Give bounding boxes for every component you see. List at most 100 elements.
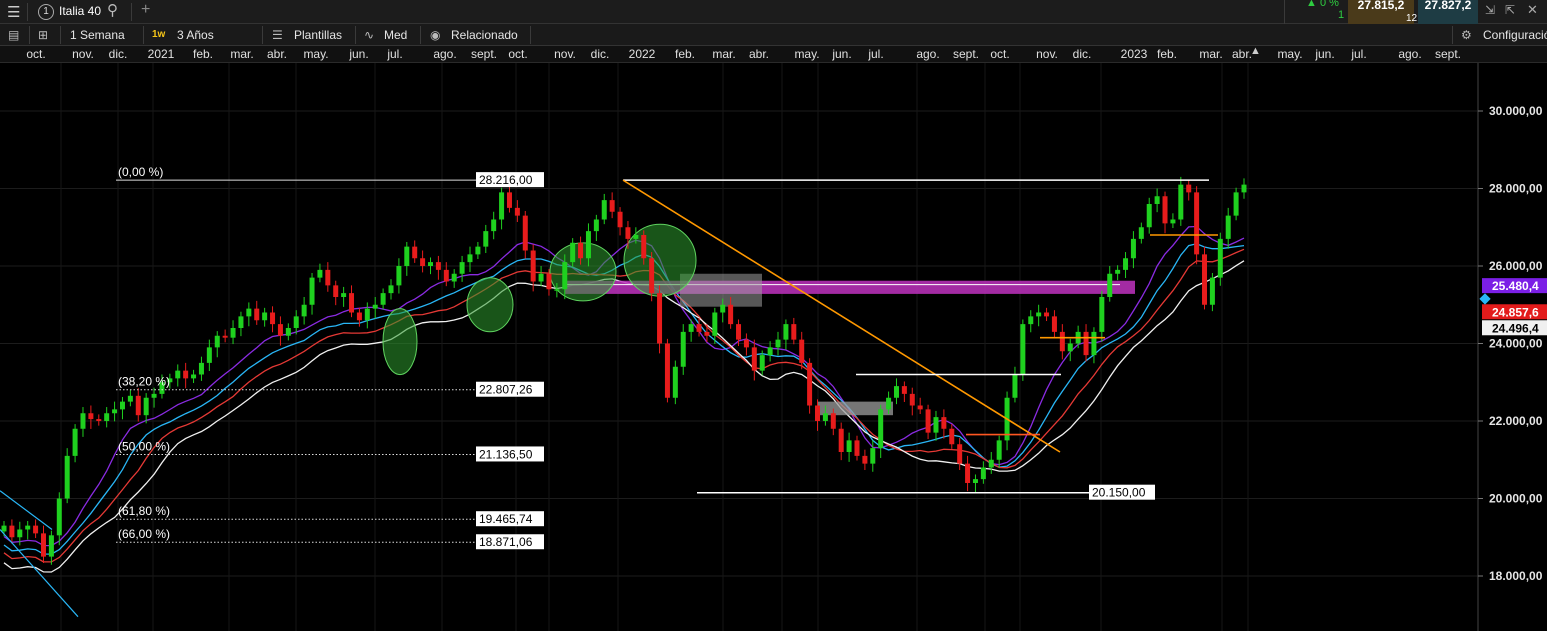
candle-body (664, 343, 670, 398)
gear-icon[interactable]: ⚙ (1461, 24, 1472, 46)
tick-label: 26.000,00 (1489, 259, 1543, 273)
templates-button[interactable]: Plantillas (294, 24, 342, 46)
candle-body (514, 207, 520, 216)
candle-body (64, 455, 70, 499)
candle-body (40, 533, 46, 557)
moving-averages (3, 225, 1245, 573)
candle-body (349, 293, 355, 313)
settings-button[interactable]: Configuración (1483, 24, 1547, 46)
bid-price: 27.815,2 (1357, 0, 1405, 12)
fib-percent: (0,00 %) (118, 165, 163, 179)
collapse-icon[interactable]: ⇲ (1485, 3, 1495, 17)
templates-icon: ☰ (272, 28, 283, 42)
candle-body (443, 269, 449, 282)
month-label: feb. (1156, 47, 1178, 61)
candle-body (767, 347, 773, 356)
divider (262, 26, 263, 44)
candle-body (270, 312, 276, 325)
layout-grid-icon[interactable]: ⊞ (38, 24, 48, 46)
candle-body (135, 395, 141, 416)
candle-body (1123, 258, 1129, 270)
close-icon[interactable]: ✕ (1527, 2, 1538, 18)
candle-body (965, 463, 971, 483)
instrument-name[interactable]: Italia 40 (59, 4, 101, 18)
candle-body (9, 525, 15, 538)
candle-body (301, 304, 307, 317)
price-chart[interactable]: 20.150,00 (0,00 %) 28.216,00 (38,20 %) 22.8… (0, 63, 1547, 631)
divider (420, 26, 421, 44)
month-label: jul. (387, 47, 403, 61)
divider (27, 3, 28, 21)
candle-body (238, 316, 244, 328)
candle-body (696, 324, 702, 332)
candle-body (427, 262, 433, 266)
candle-body (1059, 331, 1065, 352)
candle-body (1138, 227, 1144, 239)
candle-body (641, 235, 647, 259)
tick-label: 24.000,00 (1489, 337, 1543, 351)
bid-price-box[interactable]: 27.815,2 (1348, 0, 1414, 24)
candle-body (119, 401, 125, 410)
candle-body (309, 277, 315, 305)
candle-body (1020, 324, 1026, 375)
candle-body (807, 362, 813, 406)
candle-body (1202, 254, 1208, 305)
hamburger-icon[interactable]: ☰ (7, 3, 20, 21)
tick-label: 28.000,00 (1489, 182, 1543, 196)
fib-value: 19.465,74 (479, 512, 533, 526)
candle-body (893, 386, 899, 398)
candle-body (680, 331, 686, 367)
scroll-latest-icon[interactable]: ▲ (1250, 45, 1261, 57)
candle-body (672, 366, 678, 398)
month-label: sept. (470, 47, 498, 61)
month-label: may. (303, 47, 329, 61)
indicator-button[interactable]: Med (384, 24, 407, 46)
candle-body (957, 444, 963, 464)
candle-body (562, 262, 568, 290)
ask-price: 27.827,2 (1424, 0, 1472, 12)
candle-body (143, 397, 149, 416)
range-selector[interactable]: 3 Años (177, 24, 214, 46)
candle-body (1051, 316, 1057, 332)
divider (1284, 0, 1285, 24)
candle-body (1170, 219, 1176, 224)
month-label: nov. (1036, 47, 1058, 61)
interval-selector[interactable]: 1 Semana (70, 24, 125, 46)
divider (530, 26, 531, 44)
candle-body (728, 304, 734, 325)
add-tab-icon[interactable]: + (141, 1, 150, 19)
ask-price-box[interactable]: 27.827,2 (1418, 0, 1478, 24)
month-label: nov. (554, 47, 576, 61)
month-label: jun. (349, 47, 369, 61)
related-button[interactable]: Relacionado (451, 24, 518, 46)
search-icon[interactable]: ⚲ (107, 1, 118, 19)
divider (131, 3, 132, 21)
month-label: oct. (990, 47, 1010, 61)
fib-value: 18.871,06 (479, 535, 533, 549)
month-label: sept. (952, 47, 980, 61)
candle-body (775, 339, 781, 348)
month-label: ago. (916, 47, 940, 61)
month-label: ago. (433, 47, 457, 61)
candle-body (56, 498, 62, 536)
candle-body (475, 246, 481, 255)
candle-body (878, 409, 884, 449)
candle-body (104, 413, 110, 421)
month-label: 2021 (147, 47, 175, 61)
month-label: mar. (712, 47, 736, 61)
list-icon[interactable]: ▤ (8, 24, 19, 46)
divider (29, 26, 30, 44)
candle-body (435, 262, 441, 270)
candle-body (1194, 192, 1200, 255)
candle-body (88, 413, 94, 420)
candle-body (996, 440, 1002, 460)
candle-body (33, 525, 39, 534)
fib-percent: (66,00 %) (118, 527, 170, 541)
candle-body (341, 293, 347, 297)
candle-body (1178, 184, 1184, 220)
indicator-icon: ∿ (364, 28, 375, 42)
month-label: jul. (1351, 47, 1367, 61)
expand-icon[interactable]: ⇱ (1505, 3, 1515, 17)
eye-icon: ◉ (430, 28, 441, 42)
tick-label: 30.000,00 (1489, 104, 1543, 118)
